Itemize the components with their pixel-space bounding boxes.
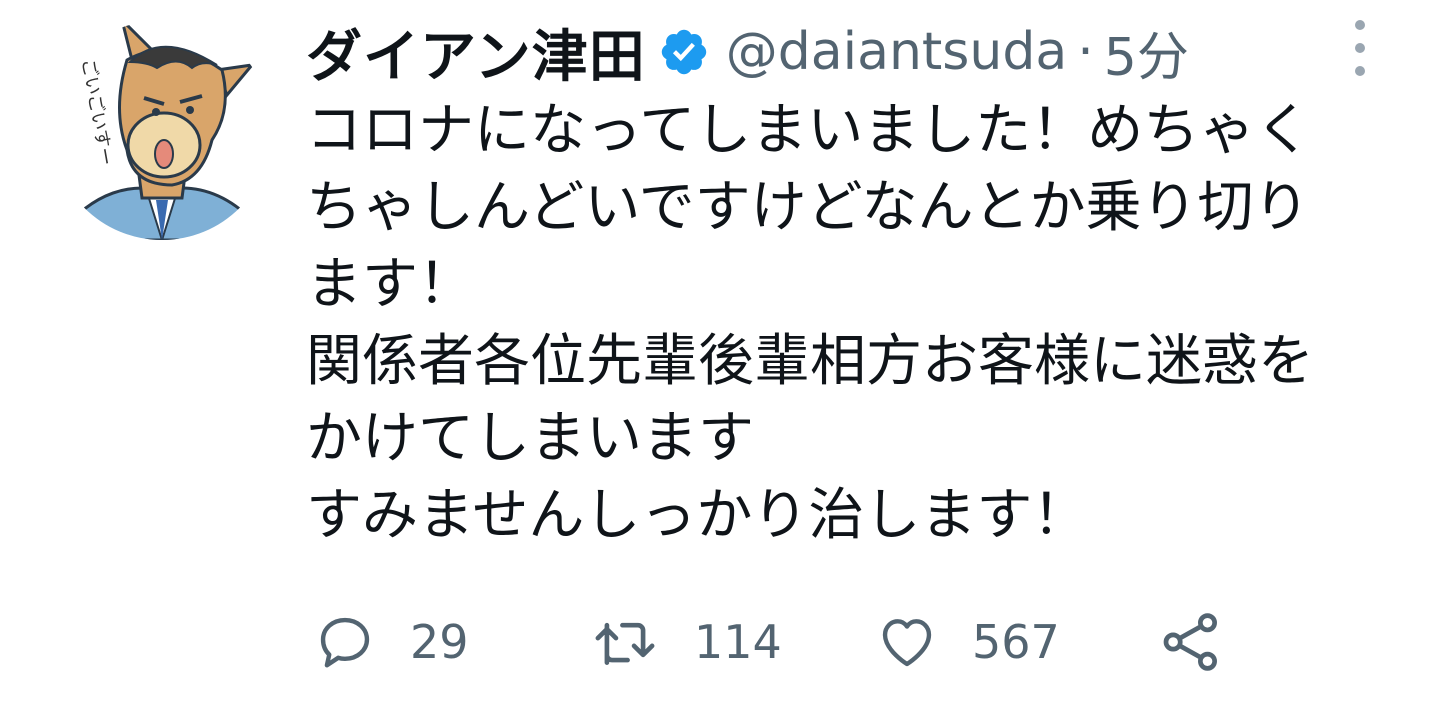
reply-icon [320, 617, 370, 668]
share-button[interactable] [1158, 604, 1224, 680]
tweet-line: すみませんしっかり治します！ [306, 483, 1089, 548]
tweet-line: ます！ [306, 252, 474, 317]
more-dot [1355, 43, 1365, 53]
display-name[interactable]: ダイアン津田 [306, 12, 646, 93]
tweet-header: ダイアン津田 @daiantsuda · 5分 [306, 14, 1189, 90]
reply-count: 29 [410, 615, 469, 669]
timestamp[interactable]: 5分 [1104, 15, 1189, 90]
like-count: 567 [972, 615, 1060, 669]
more-options-icon[interactable] [1342, 20, 1378, 76]
avatar[interactable]: ごいごいすー [52, 20, 272, 240]
reply-button[interactable]: 29 [314, 604, 469, 680]
retweet-button[interactable]: 114 [590, 604, 782, 680]
tweet[interactable]: ごいごいすー ダイアン津田 @daiantsuda · 5分 コロナになってしま… [0, 0, 1440, 702]
share-icon [1163, 613, 1217, 671]
user-handle[interactable]: @daiantsuda [726, 22, 1067, 82]
separator-dot: · [1077, 22, 1094, 82]
more-dot [1355, 20, 1365, 30]
heart-icon [882, 619, 932, 667]
tweet-line: 関係者各位先輩後輩相方お客様に迷惑を [306, 329, 1314, 394]
tweet-line: かけてしまいます [306, 406, 754, 471]
tweet-line: ちゃしんどいですけどなんとか乗り切り [306, 175, 1310, 240]
more-dot [1355, 66, 1365, 76]
tweet-actions: 29 114 567 [306, 604, 1406, 680]
tweet-line: コロナになってしまいました！めちゃく [306, 98, 1312, 163]
avatar-illustration: ごいごいすー [52, 20, 272, 240]
verified-badge-icon [661, 29, 706, 75]
like-button[interactable]: 567 [876, 604, 1060, 680]
tweet-text: コロナになってしまいました！めちゃく ちゃしんどいですけどなんとか乗り切り ます… [306, 92, 1406, 554]
retweet-count: 114 [694, 615, 782, 669]
retweet-icon [595, 622, 655, 665]
